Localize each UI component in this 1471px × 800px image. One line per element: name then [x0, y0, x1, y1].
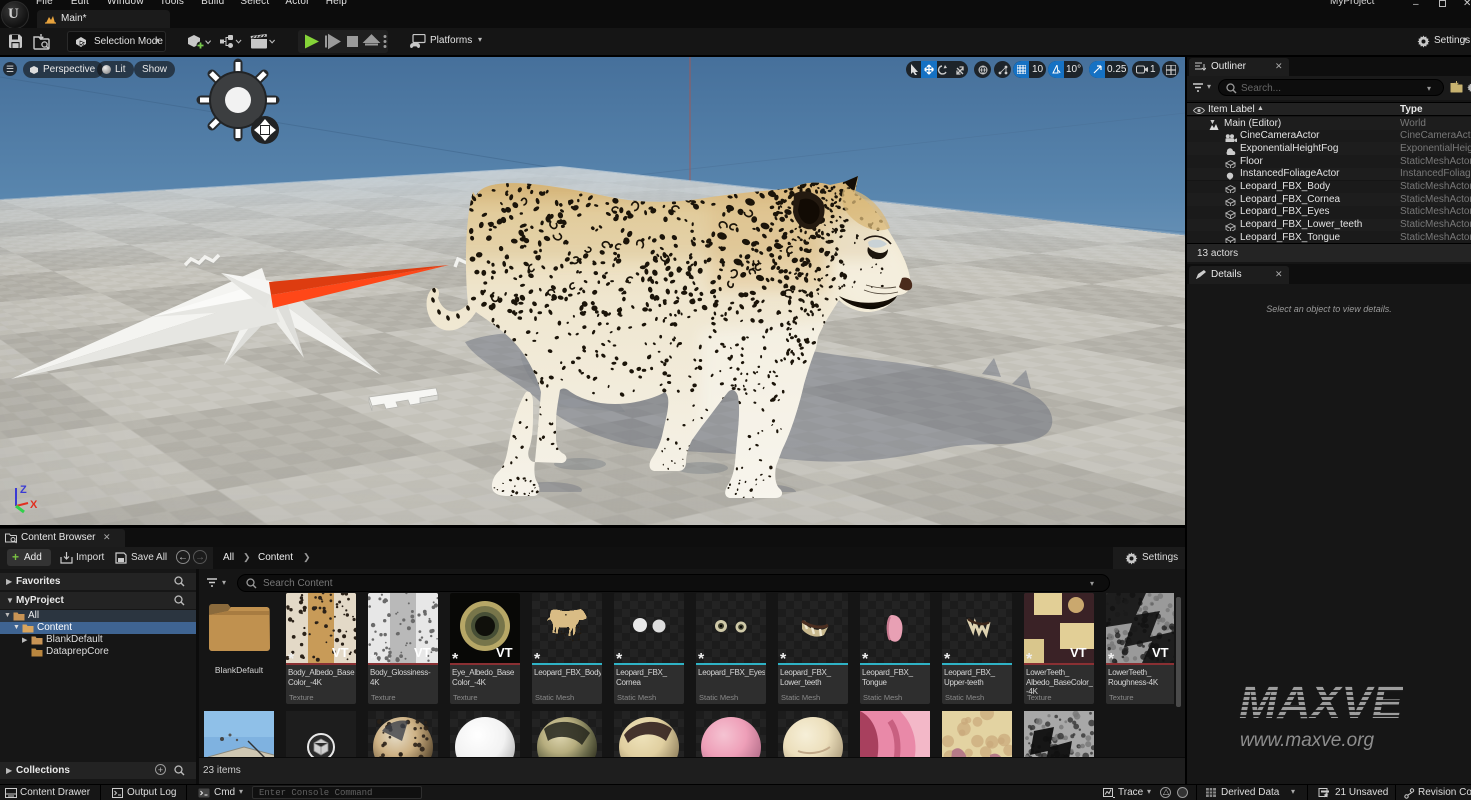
svg-text:Z: Z — [20, 484, 27, 496]
svg-text:X: X — [30, 499, 38, 511]
